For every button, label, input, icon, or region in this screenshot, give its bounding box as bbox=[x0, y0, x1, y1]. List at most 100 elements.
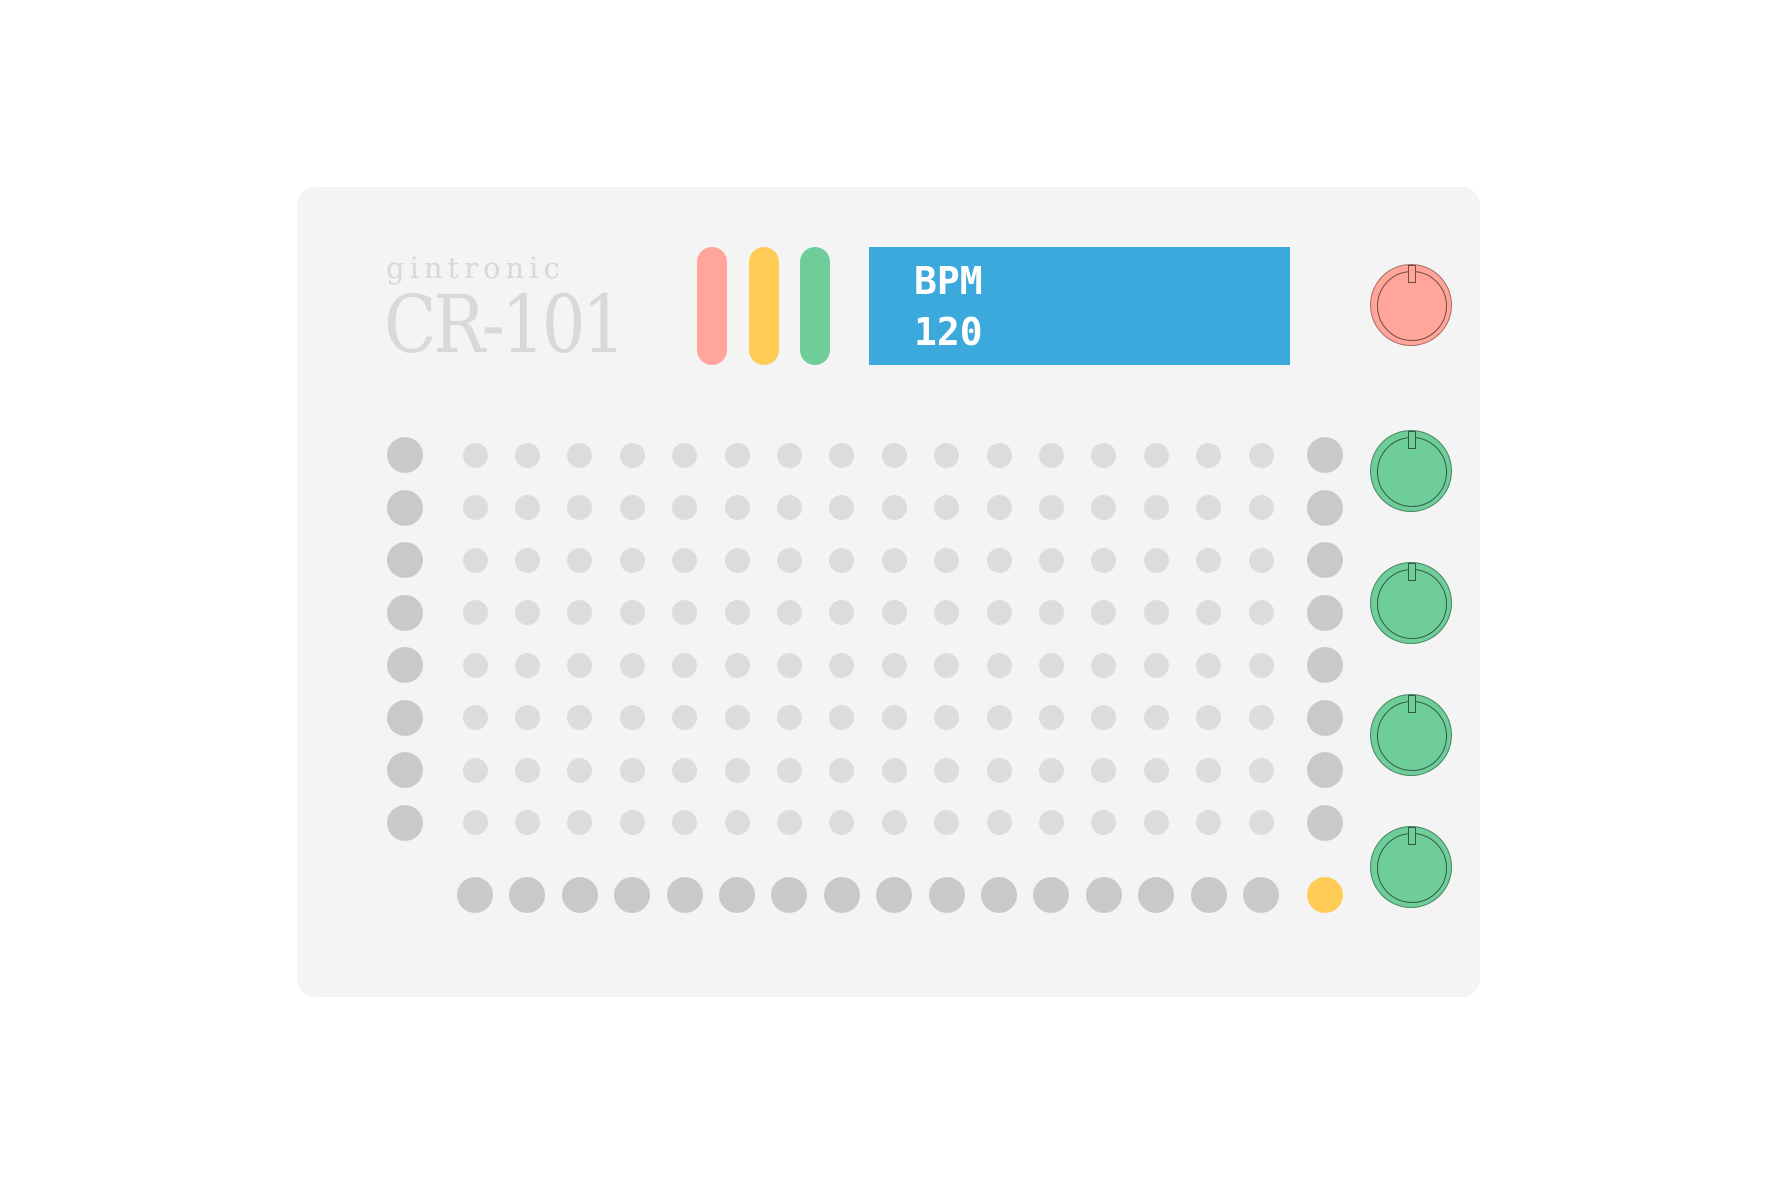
track-select-button[interactable] bbox=[387, 647, 423, 683]
step-pad[interactable] bbox=[1248, 442, 1274, 468]
step-pad[interactable] bbox=[934, 652, 960, 678]
step-pad[interactable] bbox=[567, 442, 593, 468]
step-pad[interactable] bbox=[881, 757, 907, 783]
step-pad[interactable] bbox=[1248, 495, 1274, 520]
step-pad[interactable] bbox=[724, 652, 750, 678]
step-pad[interactable] bbox=[776, 495, 802, 520]
step-pad[interactable] bbox=[1196, 442, 1222, 468]
play-step-indicator[interactable] bbox=[1307, 877, 1343, 913]
step-button[interactable] bbox=[666, 877, 703, 913]
step-pad[interactable] bbox=[986, 600, 1012, 625]
step-pad[interactable] bbox=[672, 652, 698, 678]
step-pad[interactable] bbox=[776, 705, 802, 730]
step-pad[interactable] bbox=[829, 442, 855, 468]
step-pad[interactable] bbox=[829, 757, 855, 783]
track-mute-button[interactable] bbox=[1307, 647, 1343, 683]
step-pad[interactable] bbox=[776, 757, 802, 783]
step-pad[interactable] bbox=[1091, 652, 1117, 678]
step-pad[interactable] bbox=[514, 495, 540, 520]
step-pad[interactable] bbox=[514, 810, 540, 835]
step-pad[interactable] bbox=[462, 495, 488, 520]
step-pad[interactable] bbox=[724, 757, 750, 783]
track-mute-button[interactable] bbox=[1307, 699, 1343, 736]
step-pad[interactable] bbox=[1143, 810, 1169, 835]
step-pad[interactable] bbox=[986, 705, 1012, 730]
step-pad[interactable] bbox=[934, 810, 960, 835]
step-pad[interactable] bbox=[1143, 757, 1169, 783]
step-pad[interactable] bbox=[1196, 757, 1222, 783]
step-pad[interactable] bbox=[1091, 442, 1117, 468]
step-pad[interactable] bbox=[619, 547, 645, 573]
step-pad[interactable] bbox=[514, 705, 540, 730]
step-pad[interactable] bbox=[1248, 705, 1274, 730]
step-button[interactable] bbox=[1190, 877, 1227, 913]
step-pad[interactable] bbox=[1038, 810, 1064, 835]
track-mute-button[interactable] bbox=[1307, 437, 1343, 473]
step-pad[interactable] bbox=[462, 442, 488, 468]
step-pad[interactable] bbox=[1143, 705, 1169, 730]
step-pad[interactable] bbox=[776, 600, 802, 625]
step-pad[interactable] bbox=[1143, 495, 1169, 520]
step-pad[interactable] bbox=[776, 652, 802, 678]
step-button[interactable] bbox=[1085, 877, 1122, 913]
step-pad[interactable] bbox=[567, 652, 593, 678]
step-pad[interactable] bbox=[1248, 600, 1274, 625]
step-pad[interactable] bbox=[1038, 442, 1064, 468]
step-pad[interactable] bbox=[986, 495, 1012, 520]
step-pad[interactable] bbox=[881, 442, 907, 468]
step-pad[interactable] bbox=[881, 547, 907, 573]
step-pad[interactable] bbox=[514, 757, 540, 783]
step-pad[interactable] bbox=[567, 757, 593, 783]
step-button[interactable] bbox=[981, 877, 1017, 913]
step-pad[interactable] bbox=[1196, 495, 1222, 520]
step-pad[interactable] bbox=[934, 547, 960, 573]
step-pad[interactable] bbox=[1248, 652, 1274, 678]
track-mute-button[interactable] bbox=[1307, 489, 1343, 526]
step-pad[interactable] bbox=[881, 495, 907, 520]
step-pad[interactable] bbox=[1038, 495, 1064, 520]
step-pad[interactable] bbox=[724, 600, 750, 625]
track-select-button[interactable] bbox=[387, 594, 423, 631]
step-button[interactable] bbox=[1243, 877, 1279, 913]
step-button[interactable] bbox=[614, 877, 651, 913]
step-pad[interactable] bbox=[619, 810, 645, 835]
step-pad[interactable] bbox=[881, 600, 907, 625]
track-knob-1[interactable] bbox=[1370, 430, 1452, 512]
step-pad[interactable] bbox=[1091, 547, 1117, 573]
step-pad[interactable] bbox=[462, 757, 488, 783]
step-pad[interactable] bbox=[881, 810, 907, 835]
step-button[interactable] bbox=[876, 877, 913, 913]
step-pad[interactable] bbox=[1143, 442, 1169, 468]
step-pad[interactable] bbox=[776, 442, 802, 468]
track-select-button[interactable] bbox=[387, 489, 423, 526]
track-mute-button[interactable] bbox=[1307, 542, 1343, 578]
step-pad[interactable] bbox=[829, 547, 855, 573]
step-pad[interactable] bbox=[672, 705, 698, 730]
step-pad[interactable] bbox=[1248, 547, 1274, 573]
step-pad[interactable] bbox=[986, 757, 1012, 783]
step-pad[interactable] bbox=[986, 442, 1012, 468]
master-knob[interactable] bbox=[1370, 264, 1452, 346]
step-pad[interactable] bbox=[934, 442, 960, 468]
step-pad[interactable] bbox=[1248, 810, 1274, 835]
step-pad[interactable] bbox=[672, 810, 698, 835]
step-pad[interactable] bbox=[1248, 757, 1274, 783]
step-pad[interactable] bbox=[672, 495, 698, 520]
track-knob-2[interactable] bbox=[1370, 562, 1452, 644]
track-mute-button[interactable] bbox=[1307, 594, 1343, 631]
step-pad[interactable] bbox=[829, 652, 855, 678]
step-pad[interactable] bbox=[619, 705, 645, 730]
step-pad[interactable] bbox=[881, 705, 907, 730]
step-pad[interactable] bbox=[1196, 547, 1222, 573]
step-pad[interactable] bbox=[1196, 705, 1222, 730]
step-button[interactable] bbox=[928, 877, 965, 913]
step-button[interactable] bbox=[1138, 877, 1175, 913]
step-pad[interactable] bbox=[514, 600, 540, 625]
track-mute-button[interactable] bbox=[1307, 752, 1343, 788]
step-pad[interactable] bbox=[724, 810, 750, 835]
step-pad[interactable] bbox=[514, 652, 540, 678]
track-mute-button[interactable] bbox=[1307, 804, 1343, 841]
track-select-button[interactable] bbox=[387, 542, 423, 578]
step-pad[interactable] bbox=[1143, 547, 1169, 573]
step-pad[interactable] bbox=[934, 705, 960, 730]
